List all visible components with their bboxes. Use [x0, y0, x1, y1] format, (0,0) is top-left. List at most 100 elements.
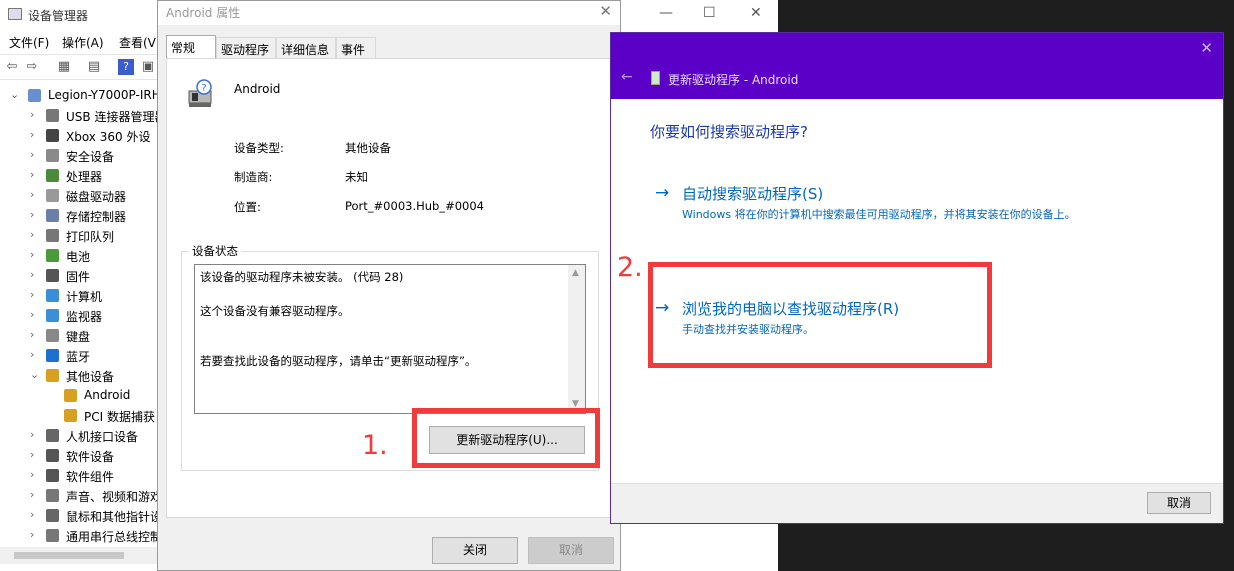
hid-icon: [46, 429, 59, 442]
keyboard-icon: [46, 329, 59, 342]
chevron-right-icon[interactable]: ›: [30, 428, 34, 441]
tree-item[interactable]: › 存储控制器: [0, 206, 158, 226]
monitor-icon: [46, 309, 59, 322]
tree-item[interactable]: › 人机接口设备: [0, 426, 158, 446]
device-status-textbox[interactable]: 该设备的驱动程序未被安装。 (代码 28) 这个设备没有兼容驱动程序。 若要查找…: [194, 264, 586, 414]
tree-item[interactable]: › 软件设备: [0, 446, 158, 466]
storage-icon: [46, 209, 59, 222]
tree-item[interactable]: › USB 连接器管理器: [0, 106, 158, 126]
close-icon[interactable]: ✕: [750, 5, 762, 21]
tree-item[interactable]: ⌄ Legion-Y7000P-IRH: [0, 86, 158, 106]
close-icon[interactable]: ✕: [1200, 39, 1213, 57]
tree-item[interactable]: ⌄ 其他设备: [0, 366, 158, 386]
scroll-up-icon[interactable]: ▲: [572, 268, 579, 278]
arrow-right-icon[interactable]: →: [655, 183, 669, 203]
tree-item[interactable]: › Xbox 360 外设: [0, 126, 158, 146]
tree-item-label: USB 连接器管理器: [66, 110, 158, 124]
tree-item[interactable]: › 计算机: [0, 286, 158, 306]
properties-view-icon[interactable]: ▦: [56, 59, 72, 75]
chevron-right-icon[interactable]: ›: [30, 468, 34, 481]
tree-item[interactable]: › 磁盘驱动器: [0, 186, 158, 206]
cancel-button[interactable]: 取消: [528, 537, 614, 564]
chevron-right-icon[interactable]: ›: [30, 448, 34, 461]
chevron-right-icon[interactable]: ›: [30, 208, 34, 221]
chevron-right-icon[interactable]: ›: [30, 168, 34, 181]
minimize-icon[interactable]: —: [659, 5, 673, 21]
tree-item-label: PCI 数据捕获: [84, 410, 155, 424]
chevron-down-icon[interactable]: ⌄: [30, 368, 39, 381]
chevron-down-icon[interactable]: ⌄: [10, 88, 19, 101]
speaker-icon: [46, 489, 59, 502]
chevron-right-icon[interactable]: ›: [30, 528, 34, 541]
chevron-right-icon[interactable]: ›: [30, 228, 34, 241]
scrollbar-thumb[interactable]: [14, 552, 124, 559]
tree-item-label: 蓝牙: [66, 350, 91, 364]
bluetooth-icon: [46, 349, 59, 362]
annotation-step2-label: 2.: [617, 252, 643, 283]
warning-device-icon: [64, 409, 77, 422]
device-status-legend: 设备状态: [189, 243, 241, 259]
chevron-right-icon[interactable]: ›: [30, 188, 34, 201]
back-arrow-icon[interactable]: ⇦: [4, 59, 20, 75]
disk-icon: [46, 189, 59, 202]
chevron-right-icon[interactable]: ›: [30, 268, 34, 281]
horizontal-scrollbar[interactable]: [0, 547, 160, 564]
manufacturer-label: 制造商:: [234, 170, 273, 184]
show-hide-icon[interactable]: ▤: [86, 59, 102, 75]
tab-driver[interactable]: 驱动程序: [216, 37, 276, 59]
tree-item[interactable]: › 处理器: [0, 166, 158, 186]
status-scrollbar[interactable]: ▲ ▼: [568, 265, 585, 413]
chevron-right-icon[interactable]: ›: [30, 328, 34, 341]
chevron-right-icon[interactable]: ›: [30, 108, 34, 121]
help-icon[interactable]: ?: [118, 59, 134, 75]
computer-icon: [28, 89, 41, 102]
firmware-icon: [46, 269, 59, 282]
close-button[interactable]: 关闭: [432, 537, 518, 564]
auto-search-option[interactable]: 自动搜索驱动程序(S): [682, 183, 823, 204]
back-arrow-icon[interactable]: ←: [621, 69, 633, 85]
maximize-icon[interactable]: ☐: [703, 5, 716, 21]
chevron-right-icon[interactable]: ›: [30, 308, 34, 321]
tree-item[interactable]: › 软件组件: [0, 466, 158, 486]
menu-view[interactable]: 查看(V): [119, 34, 161, 51]
scan-hardware-icon[interactable]: ▣: [140, 59, 156, 75]
tree-item[interactable]: › 电池: [0, 246, 158, 266]
tree-item[interactable]: › 安全设备: [0, 146, 158, 166]
chevron-right-icon[interactable]: ›: [30, 348, 34, 361]
chevron-right-icon[interactable]: ›: [30, 248, 34, 261]
device-name: Android: [234, 82, 281, 96]
chevron-right-icon[interactable]: ›: [30, 128, 34, 141]
tree-item[interactable]: › 鼠标和其他指针设: [0, 506, 158, 526]
tree-item[interactable]: › 固件: [0, 266, 158, 286]
warning-device-icon: [64, 389, 77, 402]
tree-item[interactable]: › 键盘: [0, 326, 158, 346]
wizard-header: ✕ ← 更新驱动程序 - Android: [611, 33, 1223, 99]
tree-item[interactable]: › 蓝牙: [0, 346, 158, 366]
toolbar: ⇦ ⇨ ▦ ▤ ? ▣: [0, 54, 160, 80]
tree-item-label: 打印队列: [66, 230, 115, 244]
tree-item-label: 安全设备: [66, 150, 115, 164]
tree-item-label: Xbox 360 外设: [66, 130, 151, 144]
tree-item[interactable]: Android: [0, 386, 158, 406]
menu-file[interactable]: 文件(F): [9, 34, 49, 51]
tree-item[interactable]: › 通用串行总线控制: [0, 526, 158, 546]
chevron-right-icon[interactable]: ›: [30, 508, 34, 521]
tree-item[interactable]: PCI 数据捕获: [0, 406, 158, 426]
tree-item[interactable]: › 监视器: [0, 306, 158, 326]
tab-general[interactable]: 常规: [166, 35, 216, 60]
tree-item[interactable]: › 声音、视频和游戏: [0, 486, 158, 506]
wizard-title: 更新驱动程序 - Android: [668, 73, 799, 87]
forward-arrow-icon[interactable]: ⇨: [24, 59, 40, 75]
menu-action[interactable]: 操作(A): [62, 34, 104, 51]
tab-events[interactable]: 事件: [336, 37, 376, 59]
close-icon[interactable]: ✕: [599, 2, 612, 20]
tree-item[interactable]: › 打印队列: [0, 226, 158, 246]
chevron-right-icon[interactable]: ›: [30, 288, 34, 301]
unknown-device-icon: ?: [188, 79, 212, 107]
tree-item-label: 电池: [66, 250, 91, 264]
tab-details[interactable]: 详细信息: [276, 37, 336, 59]
usb-icon: [46, 109, 59, 122]
chevron-right-icon[interactable]: ›: [30, 148, 34, 161]
chevron-right-icon[interactable]: ›: [30, 488, 34, 501]
wizard-cancel-button[interactable]: 取消: [1147, 492, 1211, 514]
